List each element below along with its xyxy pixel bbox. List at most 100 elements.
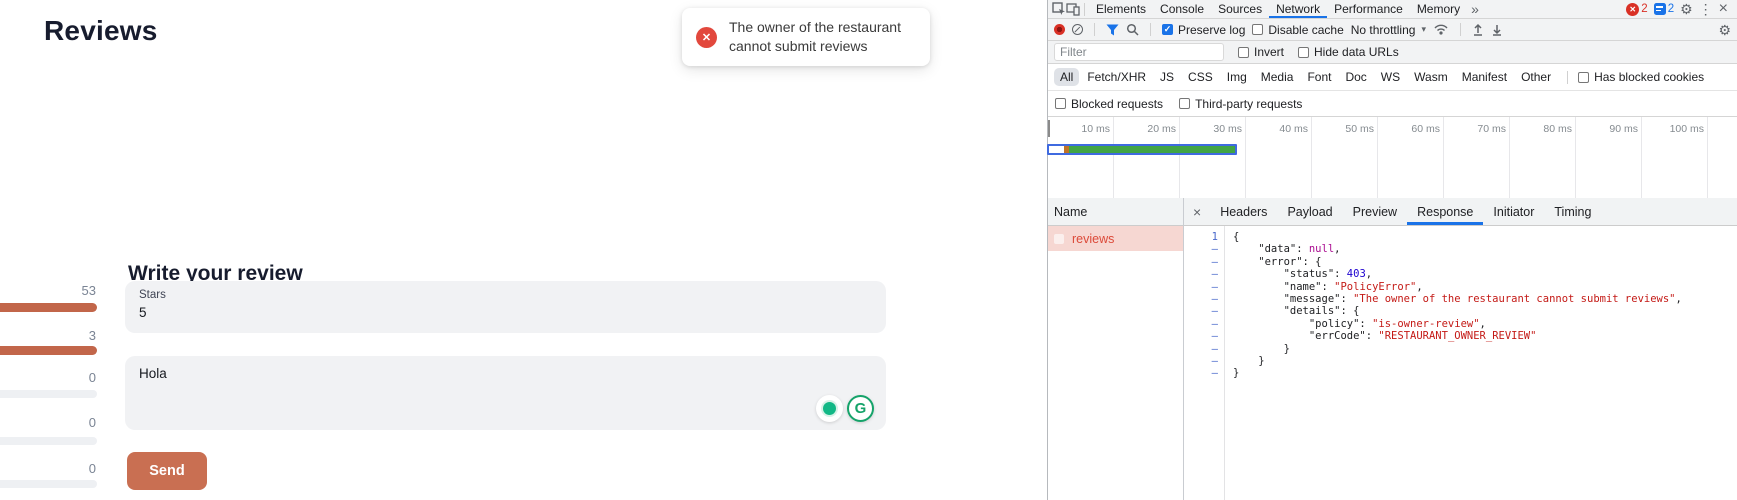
code-line: – "status": 403, <box>1184 268 1737 280</box>
detail-tab-response[interactable]: Response <box>1407 198 1483 225</box>
network-request-table: Name reviews × HeadersPayloadPreviewResp… <box>1048 198 1737 500</box>
invert-label: Invert <box>1254 45 1284 59</box>
network-settings-gear-icon[interactable]: ⚙ <box>1718 23 1731 37</box>
response-json: 1{– "data": null,– "error": {– "status":… <box>1184 231 1737 380</box>
network-toolbar: ✓ Preserve log Disable cache No throttli… <box>1048 19 1737 41</box>
more-tabs-icon[interactable]: » <box>1467 2 1483 16</box>
line-number: – <box>1184 268 1225 280</box>
tab-sources[interactable]: Sources <box>1211 0 1269 18</box>
code-text: "message": "The owner of the restaurant … <box>1225 293 1682 305</box>
filter-chip-other[interactable]: Other <box>1515 68 1557 86</box>
timeline-tick: 110 ms <box>1708 117 1737 141</box>
filter-chip-doc[interactable]: Doc <box>1339 68 1372 86</box>
issue-count-badge[interactable]: 2 <box>1654 3 1674 15</box>
line-number: – <box>1184 305 1225 317</box>
request-rows: reviews <box>1048 226 1183 251</box>
blocked-requests-label: Blocked requests <box>1071 97 1163 111</box>
timeline-tick: 70 ms <box>1444 117 1510 141</box>
comment-textarea[interactable]: Hola G <box>125 356 886 430</box>
detail-tab-headers[interactable]: Headers <box>1210 198 1277 225</box>
waterfall-waiting-segment <box>1049 146 1064 153</box>
code-text: "error": { <box>1225 256 1322 268</box>
filter-chip-js[interactable]: JS <box>1154 68 1180 86</box>
invert-checkbox[interactable]: Invert <box>1238 45 1284 59</box>
request-row-reviews[interactable]: reviews <box>1048 226 1183 251</box>
blocked-requests-checkbox[interactable]: Blocked requests <box>1055 97 1163 111</box>
grammarly-tone-icon[interactable] <box>816 395 843 422</box>
search-icon[interactable] <box>1126 23 1139 36</box>
filter-chip-font[interactable]: Font <box>1301 68 1337 86</box>
detail-tab-payload[interactable]: Payload <box>1277 198 1342 225</box>
code-line: – "data": null, <box>1184 243 1737 255</box>
filter-chip-fetch-xhr[interactable]: Fetch/XHR <box>1081 68 1152 86</box>
code-text: { <box>1225 231 1239 243</box>
preserve-log-checkbox[interactable]: ✓ Preserve log <box>1162 23 1245 37</box>
import-har-icon[interactable] <box>1472 23 1484 36</box>
throttling-value: No throttling <box>1351 23 1416 37</box>
token: , <box>1366 268 1372 280</box>
name-column-header[interactable]: Name <box>1048 198 1183 226</box>
timeline-zero-tick <box>1048 120 1050 137</box>
rating-count: 3 <box>0 328 96 343</box>
network-conditions-icon[interactable] <box>1433 23 1449 36</box>
request-waterfall-bar[interactable] <box>1047 144 1237 155</box>
line-number: – <box>1184 367 1225 379</box>
divider <box>1084 3 1085 16</box>
network-filter-row: Invert Hide data URLs <box>1048 41 1737 64</box>
code-text: } <box>1225 355 1265 367</box>
export-har-icon[interactable] <box>1491 23 1503 36</box>
detail-tabs: HeadersPayloadPreviewResponseInitiatorTi… <box>1210 198 1601 225</box>
filter-chip-manifest[interactable]: Manifest <box>1456 68 1513 86</box>
grammarly-icon[interactable]: G <box>847 395 874 422</box>
send-button[interactable]: Send <box>127 452 207 490</box>
close-devtools-icon[interactable]: × <box>1719 1 1728 17</box>
filter-chip-all[interactable]: All <box>1054 68 1079 86</box>
disable-cache-checkbox[interactable]: Disable cache <box>1252 23 1343 37</box>
caret-down-icon: ▾ <box>1421 24 1426 35</box>
code-line: – "error": { <box>1184 256 1737 268</box>
detail-tab-initiator[interactable]: Initiator <box>1483 198 1544 225</box>
token: , <box>1416 281 1422 293</box>
filter-chip-img[interactable]: Img <box>1221 68 1253 86</box>
device-toolbar-icon[interactable] <box>1066 2 1080 16</box>
type-chips: AllFetch/XHRJSCSSImgMediaFontDocWSWasmMa… <box>1054 68 1557 86</box>
detail-tab-preview[interactable]: Preview <box>1343 198 1407 225</box>
has-blocked-cookies-checkbox[interactable]: Has blocked cookies <box>1578 70 1704 84</box>
third-party-requests-checkbox[interactable]: Third-party requests <box>1179 97 1302 111</box>
divider <box>1150 23 1151 36</box>
code-line: – "details": { <box>1184 305 1737 317</box>
detail-tab-timing[interactable]: Timing <box>1544 198 1601 225</box>
checkbox-icon <box>1238 47 1249 58</box>
checkbox-icon <box>1578 72 1589 83</box>
tab-network[interactable]: Network <box>1269 0 1327 18</box>
inspect-element-icon[interactable] <box>1052 2 1066 16</box>
tab-console[interactable]: Console <box>1153 0 1211 18</box>
kebab-menu-icon[interactable]: ⋮ <box>1699 2 1713 16</box>
waterfall-content-segment <box>1069 146 1235 153</box>
rating-count: 0 <box>0 370 96 385</box>
timeline-tick: 90 ms <box>1576 117 1642 141</box>
settings-gear-icon[interactable]: ⚙ <box>1680 2 1693 16</box>
filter-chip-media[interactable]: Media <box>1255 68 1300 86</box>
timeline-ruler: 10 ms20 ms30 ms40 ms50 ms60 ms70 ms80 ms… <box>1048 117 1737 141</box>
filter-funnel-icon[interactable] <box>1106 24 1119 36</box>
record-network-log-button[interactable] <box>1054 24 1065 35</box>
code-line: – } <box>1184 355 1737 367</box>
close-detail-icon[interactable]: × <box>1184 204 1210 220</box>
throttling-dropdown[interactable]: No throttling ▾ <box>1351 23 1426 37</box>
error-count-badge[interactable]: ✕ 2 <box>1626 3 1647 16</box>
line-number: – <box>1184 293 1225 305</box>
tab-performance[interactable]: Performance <box>1327 0 1410 18</box>
devtools-controls: ✕ 2 2 ⚙ ⋮ × <box>1626 1 1733 17</box>
filter-chip-ws[interactable]: WS <box>1375 68 1406 86</box>
clear-network-log-button[interactable] <box>1072 24 1083 35</box>
stars-field[interactable]: Stars 5 <box>125 281 886 333</box>
filter-chip-wasm[interactable]: Wasm <box>1408 68 1454 86</box>
filter-chip-css[interactable]: CSS <box>1182 68 1219 86</box>
hide-data-urls-checkbox[interactable]: Hide data URLs <box>1298 45 1399 59</box>
code-text: "errCode": "RESTAURANT_OWNER_REVIEW" <box>1225 330 1536 342</box>
filter-input[interactable] <box>1054 43 1224 61</box>
disable-cache-label: Disable cache <box>1268 23 1343 37</box>
tab-elements[interactable]: Elements <box>1089 0 1153 18</box>
tab-memory[interactable]: Memory <box>1410 0 1467 18</box>
